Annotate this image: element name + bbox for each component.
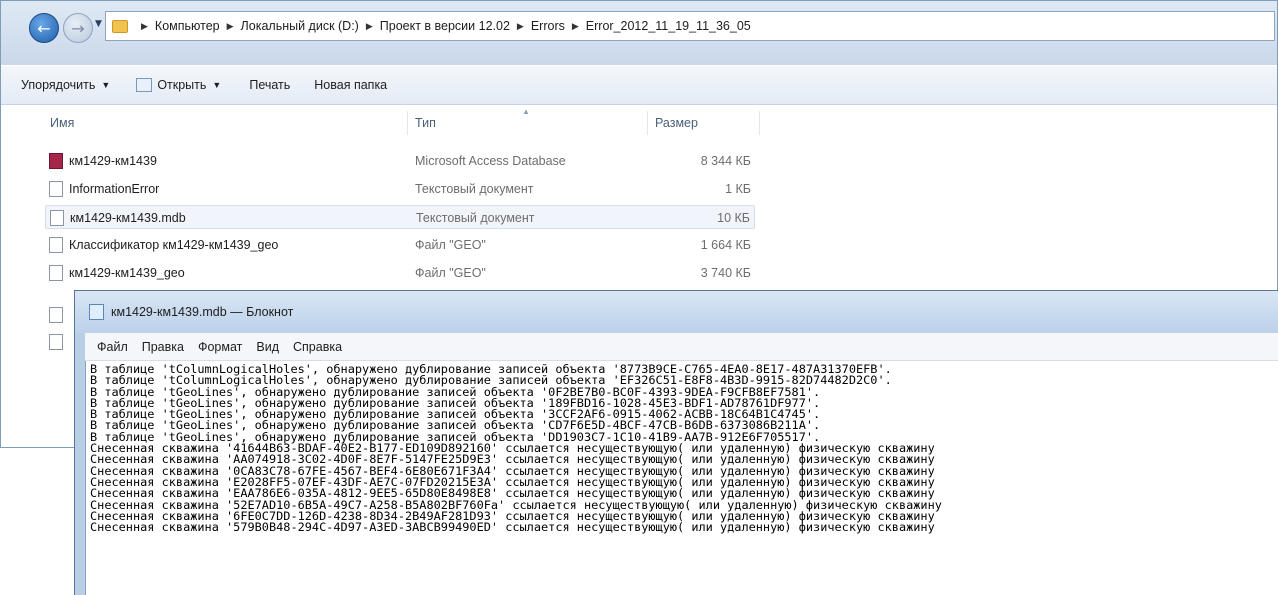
notepad-menu-bar: Файл Правка Формат Вид Справка [85,333,1278,361]
text-line: Снесенная скважина '579B0B48-294C-4D97-A… [90,520,935,535]
forward-button[interactable]: → [63,13,93,43]
file-type: Текстовый документ [416,211,535,225]
breadcrumb-computer[interactable]: Компьютер [155,19,220,33]
file-name: км1429-км1439.mdb [70,211,186,225]
notepad-icon [89,304,104,320]
arrow-left-icon: ← [37,18,51,38]
notepad-window: км1429-км1439.mdb — Блокнот Файл Правка … [74,290,1278,595]
file-name: км1429-км1439 [69,154,157,168]
arrow-right-icon: → [71,18,85,38]
file-type: Текстовый документ [415,182,534,196]
menu-file[interactable]: Файл [97,340,128,354]
file-name: км1429-км1439_geo [69,266,185,280]
notepad-text-area[interactable]: В таблице 'tColumnLogicalHoles', обнаруж… [85,361,1278,595]
menu-help[interactable]: Справка [293,340,342,354]
notepad-icon [136,78,153,92]
file-row[interactable]: км1429-км1439 Microsoft Access Database … [45,149,755,173]
file-row[interactable]: Классификатор км1429-км1439_geo Файл "GE… [45,233,755,257]
new-folder-button[interactable]: Новая папка [314,78,387,92]
file-size: 8 344 КБ [700,154,751,168]
file-row-selected[interactable]: км1429-км1439.mdb Текстовый документ 10 … [45,205,755,229]
column-header-name[interactable]: Имя [50,116,74,130]
open-button[interactable]: Открыть ▼ [136,78,221,92]
file-type: Файл "GEO" [415,266,486,280]
breadcrumb-errors[interactable]: Errors [531,19,565,33]
back-button[interactable]: ← [29,13,59,43]
file-size: 1 КБ [725,182,751,196]
access-database-icon [49,153,63,169]
chevron-right-icon[interactable]: ▶ [572,21,579,32]
column-divider[interactable] [407,111,408,135]
notepad-title: км1429-км1439.mdb — Блокнот [111,305,294,319]
breadcrumb-local-disk[interactable]: Локальный диск (D:) [241,19,359,33]
chevron-right-icon[interactable]: ▶ [141,21,148,32]
command-bar: Упорядочить ▼ Открыть ▼ Печать Новая пап… [1,65,1277,105]
file-type: Файл "GEO" [415,238,486,252]
column-header-size[interactable]: Размер [655,116,698,130]
address-field[interactable]: ▶ Компьютер ▶ Локальный диск (D:) ▶ Прое… [105,11,1275,41]
sort-up-icon: ▲ [522,107,530,116]
chevron-right-icon[interactable]: ▶ [366,21,373,32]
file-icon [49,334,63,350]
organize-label: Упорядочить [21,78,96,92]
menu-edit[interactable]: Правка [142,340,184,354]
chevron-right-icon[interactable]: ▶ [517,21,524,32]
column-divider[interactable] [759,111,760,135]
column-divider[interactable] [647,111,648,135]
chevron-down-icon: ▼ [101,80,111,90]
menu-view[interactable]: Вид [256,340,279,354]
breadcrumb-error-folder[interactable]: Error_2012_11_19_11_36_05 [586,19,751,33]
new-folder-label: Новая папка [314,78,388,92]
file-name: Классификатор км1429-км1439_geo [69,238,279,252]
column-header-type[interactable]: Тип [415,116,436,130]
print-label: Печать [249,78,291,92]
file-icon [49,265,63,281]
open-label: Открыть [157,78,207,92]
file-row[interactable]: км1429-км1439_geo Файл "GEO" 3 740 КБ [45,261,755,285]
file-size: 10 КБ [717,211,750,225]
file-size: 3 740 КБ [700,266,751,280]
chevron-right-icon[interactable]: ▶ [227,21,234,32]
menu-format[interactable]: Формат [198,340,242,354]
print-button[interactable]: Печать [249,78,290,92]
recent-pages-dropdown[interactable]: ▼ [95,19,102,29]
notepad-title-bar[interactable]: км1429-км1439.mdb — Блокнот [75,291,1278,333]
column-headers: Имя ▲ Тип Размер [1,105,1277,139]
text-file-icon [49,181,63,197]
chevron-down-icon: ▼ [212,80,222,90]
text-file-icon [50,210,64,226]
file-size: 1 664 КБ [700,238,751,252]
file-type: Microsoft Access Database [415,154,566,168]
file-icon [49,307,63,323]
breadcrumb-project[interactable]: Проект в версии 12.02 [380,19,510,33]
file-row[interactable]: InformationError Текстовый документ 1 КБ [45,177,755,201]
address-bar-area: ← → ▼ ▶ Компьютер ▶ Локальный диск (D:) … [1,1,1277,65]
file-name: InformationError [69,182,160,196]
organize-button[interactable]: Упорядочить ▼ [21,78,110,92]
folder-icon [112,19,128,33]
file-icon [49,237,63,253]
